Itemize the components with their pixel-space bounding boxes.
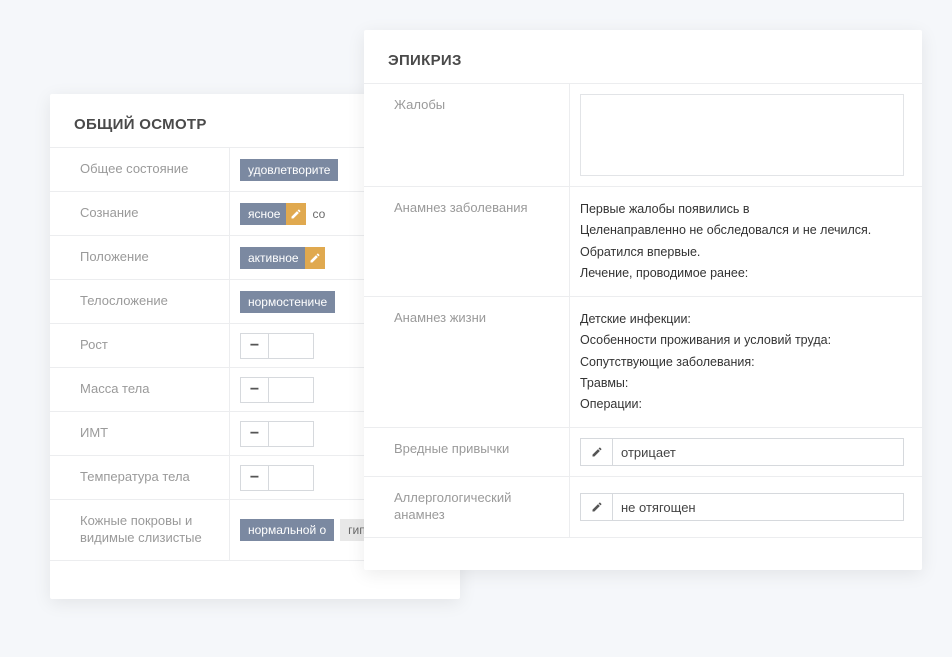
label-allergies: Аллергологический анамнез — [364, 477, 570, 537]
pencil-icon — [591, 446, 603, 458]
life-line-2: Особенности проживания и условий труда: — [580, 330, 908, 351]
value-complaints — [570, 84, 922, 186]
pencil-icon — [591, 501, 603, 513]
edit-consciousness-button[interactable] — [286, 203, 306, 225]
value-allergies — [570, 477, 922, 537]
weight-stepper: − — [240, 377, 314, 403]
weight-minus-button[interactable]: − — [241, 378, 269, 402]
temperature-stepper: − — [240, 465, 314, 491]
label-general-state: Общее состояние — [50, 148, 230, 191]
label-height: Рост — [50, 324, 230, 367]
weight-input[interactable] — [269, 378, 313, 402]
tag-consciousness-text: ясное — [248, 207, 280, 221]
tag-position-text: активное — [248, 251, 299, 265]
disease-line-1: Первые жалобы появились в — [580, 199, 908, 220]
edit-position-button[interactable] — [305, 247, 325, 269]
tag-body-type[interactable]: нормостениче — [240, 291, 335, 313]
bad-habits-input[interactable] — [613, 439, 903, 465]
disease-line-4: Лечение, проводимое ранее: — [580, 263, 908, 284]
epicrisis-title: ЭПИКРИЗ — [364, 52, 922, 83]
label-disease-history: Анамнез заболевания — [364, 187, 570, 296]
row-bad-habits: Вредные привычки — [364, 427, 922, 476]
label-bad-habits: Вредные привычки — [364, 428, 570, 476]
bmi-minus-button[interactable]: − — [241, 422, 269, 446]
label-position: Положение — [50, 236, 230, 279]
bmi-input[interactable] — [269, 422, 313, 446]
label-body-type: Телосложение — [50, 280, 230, 323]
label-consciousness: Сознание — [50, 192, 230, 235]
label-bmi: ИМТ — [50, 412, 230, 455]
epicrisis-card: ЭПИКРИЗ Жалобы Анамнез заболевания Первы… — [364, 30, 922, 570]
label-skin: Кожные покровы и видимые слизистые — [50, 500, 230, 560]
value-life-history[interactable]: Детские инфекции: Особенности проживания… — [570, 297, 922, 427]
edit-bad-habits-button[interactable] — [581, 439, 613, 465]
pencil-icon — [290, 208, 302, 220]
row-disease-history: Анамнез заболевания Первые жалобы появил… — [364, 186, 922, 296]
edit-allergies-button[interactable] — [581, 494, 613, 520]
value-bad-habits — [570, 428, 922, 476]
complaints-textarea[interactable] — [580, 94, 904, 176]
value-disease-history[interactable]: Первые жалобы появились в Целенаправленн… — [570, 187, 922, 296]
allergies-field — [580, 493, 904, 521]
row-life-history: Анамнез жизни Детские инфекции: Особенно… — [364, 296, 922, 427]
bmi-stepper: − — [240, 421, 314, 447]
label-life-history: Анамнез жизни — [364, 297, 570, 427]
label-temperature: Температура тела — [50, 456, 230, 499]
trailing-consciousness: со — [312, 207, 325, 221]
label-complaints: Жалобы — [364, 84, 570, 186]
tag-position[interactable]: активное — [240, 247, 325, 269]
height-input[interactable] — [269, 334, 313, 358]
row-allergies: Аллергологический анамнез — [364, 476, 922, 538]
life-line-3: Сопутствующие заболевания: — [580, 352, 908, 373]
life-line-5: Операции: — [580, 394, 908, 415]
height-minus-button[interactable]: − — [241, 334, 269, 358]
tag-general-state[interactable]: удовлетворите — [240, 159, 338, 181]
tag-consciousness[interactable]: ясное — [240, 203, 306, 225]
tag-skin-color[interactable]: нормальной о — [240, 519, 334, 541]
pencil-icon — [309, 252, 321, 264]
allergies-input[interactable] — [613, 494, 903, 520]
life-line-4: Травмы: — [580, 373, 908, 394]
life-line-1: Детские инфекции: — [580, 309, 908, 330]
disease-line-3: Обратился впервые. — [580, 242, 908, 263]
disease-line-2: Целенаправленно не обследовался и не леч… — [580, 220, 908, 241]
bad-habits-field — [580, 438, 904, 466]
height-stepper: − — [240, 333, 314, 359]
label-weight: Масса тела — [50, 368, 230, 411]
temperature-input[interactable] — [269, 466, 313, 490]
row-complaints: Жалобы — [364, 83, 922, 186]
temperature-minus-button[interactable]: − — [241, 466, 269, 490]
